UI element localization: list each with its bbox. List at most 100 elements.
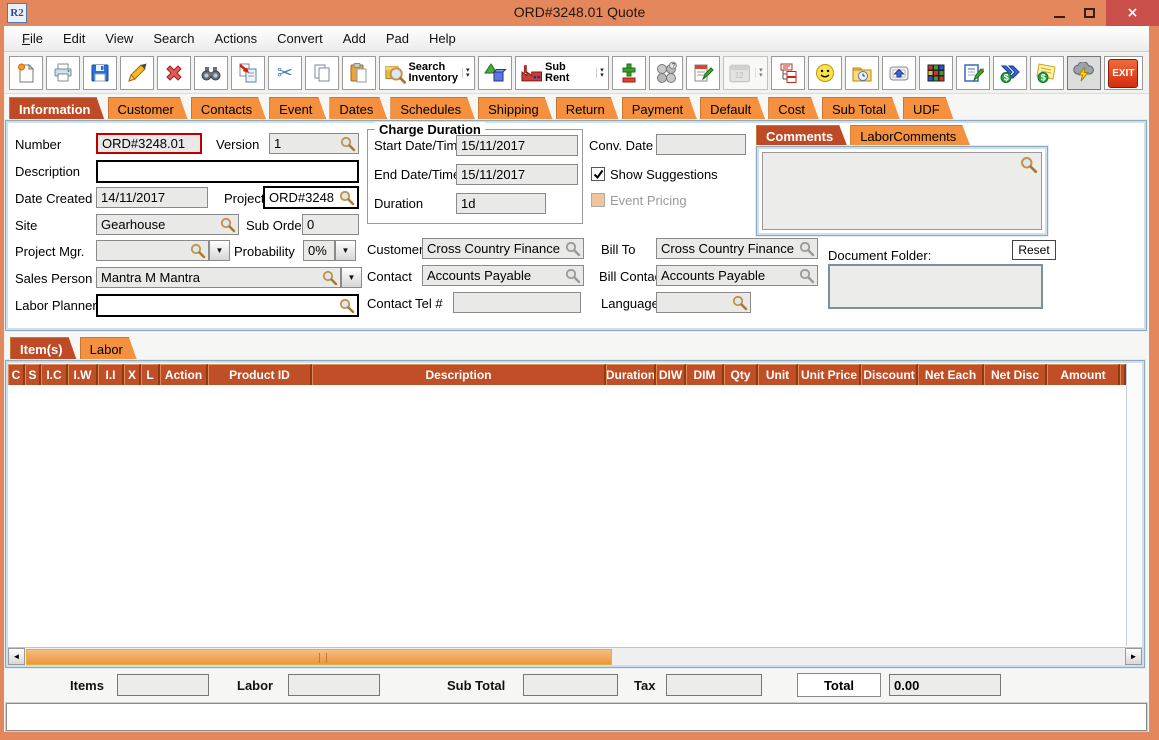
tab-cost[interactable]: Cost <box>768 97 819 120</box>
search-inventory-spinner-icon[interactable]: ▾▾ <box>462 68 470 78</box>
tab-udf[interactable]: UDF <box>903 97 954 120</box>
conv-date-field[interactable] <box>656 134 746 155</box>
paste-button[interactable] <box>342 56 376 90</box>
tab-information[interactable]: Information <box>9 97 105 120</box>
scroll-right-button[interactable]: ► <box>1125 648 1142 665</box>
tab-customer[interactable]: Customer <box>108 97 188 120</box>
duration-field[interactable]: 1d <box>456 193 546 214</box>
billing-note-button[interactable]: $ <box>1030 56 1064 90</box>
tab-labor[interactable]: Labor <box>80 337 137 360</box>
exit-button[interactable]: EXIT <box>1104 56 1143 90</box>
logistics-button[interactable] <box>478 56 512 90</box>
tab-default[interactable]: Default <box>700 97 765 120</box>
feedback-button[interactable] <box>808 56 842 90</box>
col-c[interactable]: C <box>8 364 25 385</box>
comments-search-icon[interactable] <box>1020 156 1038 174</box>
reset-button[interactable]: Reset <box>1012 240 1056 260</box>
grid-body[interactable] <box>8 385 1126 646</box>
sales-person-field[interactable]: Mantra M Mantra <box>96 267 341 288</box>
description-field[interactable] <box>96 160 359 183</box>
tab-payment[interactable]: Payment <box>622 97 697 120</box>
menu-edit[interactable]: Edit <box>53 27 95 50</box>
number-field[interactable]: ORD#3248.01 <box>96 133 202 154</box>
copy-order-button[interactable] <box>231 56 265 90</box>
col-unit-price[interactable]: Unit Price <box>798 364 861 385</box>
cut-button[interactable]: ✂ <box>268 56 302 90</box>
col-x[interactable]: X <box>124 364 141 385</box>
tab-contacts[interactable]: Contacts <box>191 97 266 120</box>
col-qty[interactable]: Qty <box>724 364 758 385</box>
scroll-left-button[interactable]: ◄ <box>8 648 25 665</box>
start-date-field[interactable]: 15/11/2017 <box>456 135 578 156</box>
site-search-icon[interactable] <box>220 217 236 233</box>
grid-horizontal-scrollbar[interactable]: ◄ ► <box>8 647 1142 665</box>
col-diw[interactable]: DIW <box>656 364 686 385</box>
show-suggestions-checkbox[interactable] <box>591 167 605 181</box>
copy-button[interactable] <box>305 56 339 90</box>
language-field[interactable] <box>656 292 751 313</box>
menu-search[interactable]: Search <box>143 27 204 50</box>
menu-convert[interactable]: Convert <box>267 27 333 50</box>
sub-rent-button[interactable]: Sub Rent ▾▾ <box>515 56 609 90</box>
scrollbar-thumb[interactable] <box>26 649 612 665</box>
version-field[interactable]: 1 <box>269 133 359 154</box>
tab-return[interactable]: Return <box>556 97 619 120</box>
end-date-field[interactable]: 15/11/2017 <box>456 164 578 185</box>
bill-contact-field[interactable]: Accounts Payable <box>656 265 818 286</box>
contact-search-icon[interactable] <box>565 268 581 284</box>
quick-actions-button[interactable] <box>1067 56 1101 90</box>
date-created-field[interactable]: 14/11/2017 <box>96 187 208 208</box>
menu-add[interactable]: Add <box>333 27 376 50</box>
contact-tel-field[interactable] <box>453 292 581 313</box>
menu-view[interactable]: View <box>95 27 143 50</box>
new-order-button[interactable] <box>9 56 43 90</box>
shortcut-button[interactable] <box>882 56 916 90</box>
print-button[interactable] <box>46 56 80 90</box>
search-inventory-button[interactable]: SearchInventory ▾▾ <box>379 56 475 90</box>
site-field[interactable]: Gearhouse <box>96 214 239 235</box>
col-iw[interactable]: I.W <box>68 364 98 385</box>
project-search-icon[interactable] <box>339 190 355 206</box>
probability-field[interactable]: 0% <box>303 240 335 261</box>
convert-rates-button[interactable]: $ <box>993 56 1027 90</box>
delete-button[interactable] <box>157 56 191 90</box>
bill-to-field[interactable]: Cross Country Finance <box>656 238 818 259</box>
tab-labor-comments[interactable]: LaborComments <box>850 125 970 146</box>
calendar-button[interactable]: 12 ▾▾ <box>723 56 768 90</box>
sub-orders-field[interactable]: 0 <box>302 214 359 235</box>
probability-dropdown-button[interactable]: ▼ <box>335 240 356 261</box>
event-pricing-checkbox[interactable] <box>591 193 605 207</box>
col-amount[interactable]: Amount <box>1047 364 1120 385</box>
labor-planner-search-icon[interactable] <box>339 298 355 314</box>
sales-person-search-icon[interactable] <box>322 270 338 286</box>
hierarchy-button[interactable] <box>771 56 805 90</box>
project-mgr-field[interactable] <box>96 240 209 261</box>
inventory-blocks-button[interactable] <box>919 56 953 90</box>
version-search-icon[interactable] <box>340 136 356 152</box>
contact-field[interactable]: Accounts Payable <box>422 265 584 286</box>
menu-actions[interactable]: Actions <box>205 27 268 50</box>
worksheet-button[interactable] <box>956 56 990 90</box>
col-net-each[interactable]: Net Each <box>918 364 984 385</box>
col-duration[interactable]: Duration <box>606 364 656 385</box>
customer-field[interactable]: Cross Country Finance <box>422 238 584 259</box>
availability-button[interactable]: ? <box>649 56 683 90</box>
col-l[interactable]: L <box>141 364 160 385</box>
col-ic[interactable]: I.C <box>41 364 68 385</box>
col-dim[interactable]: DIM <box>686 364 724 385</box>
find-button[interactable] <box>194 56 228 90</box>
language-search-icon[interactable] <box>732 295 748 311</box>
tab-event[interactable]: Event <box>269 97 326 120</box>
project-mgr-search-icon[interactable] <box>190 243 206 259</box>
save-button[interactable] <box>83 56 117 90</box>
project-field[interactable]: ORD#3248 <box>263 186 359 209</box>
title-bar[interactable]: R2 ORD#3248.01 Quote × <box>0 0 1159 26</box>
menu-help[interactable]: Help <box>419 27 466 50</box>
labor-planner-field[interactable] <box>96 294 359 317</box>
customer-search-icon[interactable] <box>565 241 581 257</box>
tab-comments[interactable]: Comments <box>756 125 847 146</box>
sales-person-dropdown-button[interactable]: ▼ <box>341 267 362 288</box>
tab-schedules[interactable]: Schedules <box>390 97 475 120</box>
menu-file[interactable]: File <box>12 27 53 50</box>
col-ii[interactable]: I.I <box>98 364 124 385</box>
